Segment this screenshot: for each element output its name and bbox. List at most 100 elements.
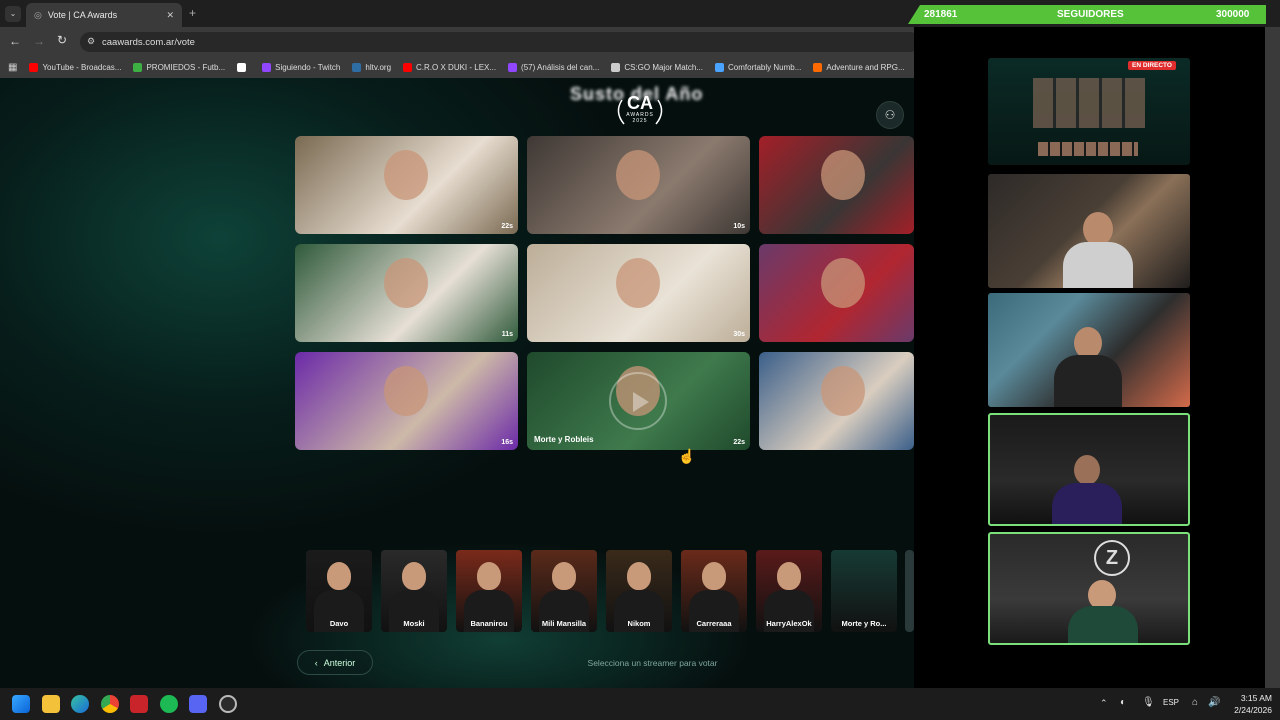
- bookmark-label: Siguiendo - Twitch: [275, 62, 341, 72]
- network-icon[interactable]: ⌂: [1192, 697, 1198, 708]
- bookmark-label: (57) Análisis del can...: [521, 62, 600, 72]
- language-indicator[interactable]: ESP: [1163, 698, 1179, 707]
- candidate-card[interactable]: Mili Mansilla: [531, 550, 597, 632]
- clock-date: 2/24/2026: [1234, 705, 1272, 715]
- candidate-card[interactable]: Moski: [381, 550, 447, 632]
- candidate-card[interactable]: Carreraaa: [681, 550, 747, 632]
- clip-duration: 11s: [501, 331, 513, 338]
- microphone-icon[interactable]: 🎙: [1142, 697, 1155, 708]
- edge-icon[interactable]: [71, 695, 89, 713]
- play-icon[interactable]: [609, 372, 667, 430]
- clip-card[interactable]: 10s: [527, 136, 750, 234]
- preview-row: [1038, 142, 1138, 156]
- candidate-head: [402, 562, 426, 590]
- obs-icon[interactable]: [219, 695, 237, 713]
- previous-button[interactable]: ‹ Anterior: [297, 650, 373, 675]
- candidate-name: Mili Mansilla: [541, 619, 587, 628]
- bookmark-item[interactable]: CS:GO Major Match...: [611, 62, 703, 72]
- candidate-card[interactable]: Morte y Ro...: [831, 550, 897, 632]
- url-text: caawards.com.ar/vote: [102, 36, 195, 48]
- webcam-3: [988, 413, 1190, 526]
- clip-card[interactable]: 11s: [295, 244, 518, 342]
- clip-face: [821, 150, 865, 200]
- candidate-name: Carreraaa: [696, 619, 732, 628]
- bookmark-label: Adventure and RPG...: [826, 62, 905, 72]
- chrome-icon[interactable]: [101, 695, 119, 713]
- youtube-icon: [403, 62, 413, 72]
- bookmark-item[interactable]: Adventure and RPG...: [813, 62, 905, 72]
- windows-start-icon[interactable]: [12, 695, 30, 713]
- volume-icon[interactable]: 🔊: [1208, 697, 1220, 708]
- candidate-head: [702, 562, 726, 590]
- forward-icon[interactable]: →: [33, 34, 45, 48]
- bookmark-item[interactable]: (57) Análisis del can...: [508, 62, 600, 72]
- ca-awards-logo: CA AWARDS 2025: [612, 94, 668, 128]
- clip-duration: 22s: [733, 439, 745, 446]
- bookmark-label: PROMIEDOS - Futb...: [146, 62, 226, 72]
- vote-hint: Selecciona un streamer para votar: [587, 658, 718, 668]
- person: [1074, 455, 1100, 485]
- person-body: [1068, 606, 1138, 643]
- tab-list-button[interactable]: ⌄: [5, 6, 21, 22]
- webcam-2: [988, 293, 1190, 407]
- clip-card[interactable]: [759, 136, 914, 234]
- apps-icon[interactable]: ▦: [8, 62, 17, 73]
- back-icon[interactable]: ←: [9, 34, 21, 48]
- clip-card[interactable]: 16s: [295, 352, 518, 450]
- steam-icon[interactable]: ◐: [1120, 697, 1126, 708]
- clip-face: [821, 258, 865, 308]
- spotify-icon[interactable]: [160, 695, 178, 713]
- system-clock[interactable]: 3:15 AM 2/24/2026: [1226, 692, 1272, 716]
- new-tab-icon[interactable]: +: [189, 6, 196, 20]
- clip-card[interactable]: 22s: [295, 136, 518, 234]
- preview-grid: [1033, 78, 1145, 128]
- user-button[interactable]: ⚇: [876, 101, 904, 129]
- close-icon[interactable]: ✕: [166, 10, 174, 21]
- clip-card[interactable]: [759, 244, 914, 342]
- discord-icon[interactable]: [189, 695, 207, 713]
- youtube-icon: [29, 62, 39, 72]
- candidate-name: HarryAlexOk: [766, 619, 812, 628]
- candidate-card[interactable]: Davo: [306, 550, 372, 632]
- bookmark-item[interactable]: Comfortably Numb...: [715, 62, 802, 72]
- bookmark-label: YouTube - Broadcas...: [42, 62, 122, 72]
- person-body: [1054, 355, 1122, 407]
- bookmark-label: Comfortably Numb...: [728, 62, 802, 72]
- tab-active[interactable]: ◎ Vote | CA Awards ✕: [26, 3, 182, 27]
- webcam-1: [988, 174, 1190, 288]
- bookmark-label: CS:GO Major Match...: [624, 62, 703, 72]
- person-body: [1052, 483, 1122, 524]
- bookmark-item[interactable]: Siguiendo - Twitch: [262, 62, 341, 72]
- clip-card[interactable]: Morte y Robleis 22s: [527, 352, 750, 450]
- bookmark-item[interactable]: hltv.org: [352, 62, 391, 72]
- clip-face: [384, 258, 429, 308]
- clip-face: [384, 150, 429, 200]
- bookmark-item[interactable]: C.R.O X DUKI - LEX...: [403, 62, 496, 72]
- candidate-card[interactable]: Bananirou: [456, 550, 522, 632]
- bookmark-item[interactable]: [237, 62, 250, 72]
- candidate-card[interactable]: HarryAlexOk: [756, 550, 822, 632]
- candidate-head: [327, 562, 351, 590]
- candidate-head: [777, 562, 801, 590]
- tray-chevron-icon[interactable]: ⌃: [1100, 698, 1108, 709]
- clip-card[interactable]: 30s: [527, 244, 750, 342]
- clip-face: [821, 366, 865, 416]
- person: [1083, 212, 1113, 246]
- clip-duration: 10s: [733, 223, 745, 230]
- candidate-card[interactable]: Nikom: [606, 550, 672, 632]
- link-icon: [611, 62, 621, 72]
- reload-icon[interactable]: ↻: [57, 33, 67, 47]
- candidate-name: Morte y Ro...: [841, 619, 887, 628]
- site-info-icon[interactable]: ⚙: [87, 36, 95, 47]
- previous-label: Anterior: [323, 657, 356, 668]
- candidate-card-partial[interactable]: [905, 550, 914, 632]
- clip-face: [616, 258, 661, 308]
- bookmark-item[interactable]: YouTube - Broadcas...: [29, 62, 122, 72]
- video-app-icon[interactable]: [130, 695, 148, 713]
- clip-card[interactable]: [759, 352, 914, 450]
- address-bar[interactable]: ⚙ caawards.com.ar/vote: [80, 32, 920, 52]
- stream-preview: [988, 58, 1190, 165]
- file-explorer-icon[interactable]: [42, 695, 60, 713]
- bookmark-item[interactable]: PROMIEDOS - Futb...: [133, 62, 226, 72]
- x-icon: [237, 62, 247, 72]
